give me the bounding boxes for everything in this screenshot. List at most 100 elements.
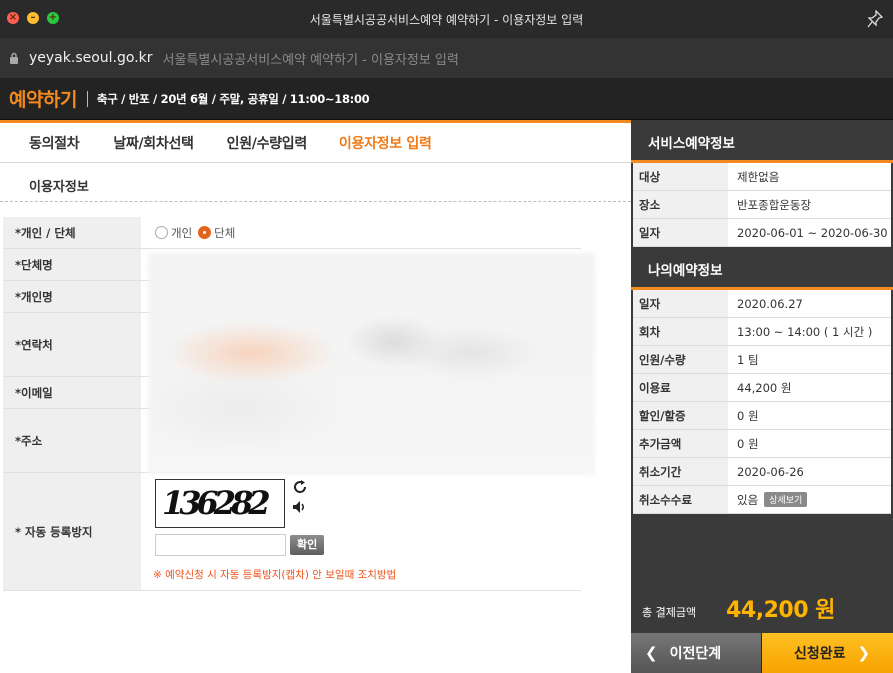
- my-reservation-table: 일자 2020.06.27 회차 13:00 ~ 14:00 ( 1 시간 ) …: [633, 290, 891, 514]
- site-header: 예약하기 축구 / 반포 / 20년 6월 / 주말, 공휴일 / 11:00~…: [0, 78, 893, 120]
- tab-user-info[interactable]: 이용자정보 입력: [339, 133, 432, 153]
- brand-title[interactable]: 예약하기: [9, 85, 77, 112]
- info-key: 인원/수량: [633, 346, 728, 373]
- info-value: 반포종합운동장: [737, 197, 812, 212]
- type-options: 개인 단체: [141, 217, 581, 248]
- person-name-label: *개인명: [3, 281, 141, 312]
- info-key: 추가금액: [633, 430, 728, 457]
- zoom-window-button[interactable]: +: [47, 12, 59, 24]
- radio-group[interactable]: 단체: [198, 225, 235, 241]
- reservation-row: 일자 2020.06.27: [633, 290, 891, 318]
- url-page-title: 서울특별시공공서비스예약 예약하기 - 이용자정보 입력: [162, 52, 459, 68]
- info-key: 일자: [633, 290, 728, 317]
- radio-individual[interactable]: 개인: [155, 225, 192, 241]
- info-key: 대상: [633, 163, 728, 190]
- info-value: 있음 상세보기: [728, 486, 891, 513]
- submit-button[interactable]: 신청완료 ❯: [762, 633, 893, 673]
- reservation-row: 할인/할증 0 원: [633, 402, 891, 430]
- service-info-title: 서비스예약정보: [631, 120, 893, 163]
- radio-individual-label: 개인: [171, 225, 193, 240]
- prev-step-label: 이전단계: [669, 646, 722, 662]
- chevron-left-icon: ❮: [645, 644, 658, 662]
- info-key: 회차: [633, 318, 728, 345]
- tab-date-session[interactable]: 날짜/회차선택: [113, 133, 194, 153]
- header-divider: [86, 90, 88, 107]
- reservation-row: 취소기간 2020-06-26: [633, 458, 891, 486]
- window-title: 서울특별시공공서비스예약 예약하기 - 이용자정보 입력: [309, 12, 584, 27]
- form-row-type: *개인 / 단체 개인 단체: [3, 217, 581, 249]
- service-info-row: 일자 2020-06-01 ~ 2020-06-30: [633, 219, 891, 247]
- captcha-area: 136282 확인 ※ 예약신청 시 자동 등록방지(캡차) 안 보일때 조치방…: [141, 473, 581, 590]
- step-tabs: 동의절차 날짜/회차선택 인원/수량입력 이용자정보 입력: [0, 123, 631, 163]
- address-label: *주소: [3, 409, 141, 472]
- info-key: 할인/할증: [633, 402, 728, 429]
- cancel-fee-value: 있음: [737, 492, 759, 507]
- pin-icon[interactable]: [867, 10, 883, 28]
- service-info-row: 대상 제한없음: [633, 163, 891, 191]
- my-reservation-title: 나의예약정보: [631, 247, 893, 290]
- captcha-help-link[interactable]: ※ 예약신청 시 자동 등록방지(캡차) 안 보일때 조치방법: [153, 567, 581, 582]
- url-host: yeyak.seoul.go.kr: [29, 50, 153, 66]
- total-amount: 44,200 원: [726, 598, 835, 623]
- info-value: 2020.06.27: [737, 296, 803, 311]
- info-key: 취소수수료: [633, 486, 728, 513]
- email-label: *이메일: [3, 377, 141, 408]
- window-titlebar: × – + 서울특별시공공서비스예약 예약하기 - 이용자정보 입력: [0, 0, 893, 38]
- window-controls: × – +: [7, 12, 59, 24]
- info-value: 1 팀: [737, 352, 759, 367]
- captcha-image: 136282: [155, 479, 285, 528]
- info-value: 0 원: [737, 408, 759, 423]
- tab-agreement[interactable]: 동의절차: [29, 133, 80, 153]
- radio-off-icon[interactable]: [155, 226, 168, 239]
- submit-label: 신청완료: [794, 646, 846, 662]
- radio-on-icon[interactable]: [198, 226, 212, 239]
- captcha-input-row: 확인: [155, 534, 581, 556]
- blurred-personal-info: [148, 253, 595, 475]
- info-value: 2020-06-26: [737, 464, 804, 479]
- reservation-row: 추가금액 0 원: [633, 430, 891, 458]
- minimize-window-button[interactable]: –: [27, 12, 39, 24]
- group-name-label: *단체명: [3, 249, 141, 280]
- close-icon: ×: [8, 12, 18, 23]
- refresh-icon[interactable]: [292, 479, 308, 495]
- lock-icon: [10, 52, 18, 64]
- reservation-sidebar: 서비스예약정보 대상 제한없음 장소 반포종합운동장 일자 2020-06-01…: [631, 120, 893, 673]
- detail-button[interactable]: 상세보기: [764, 492, 808, 507]
- reservation-row: 이용료 44,200 원: [633, 374, 891, 402]
- type-label: *개인 / 단체: [3, 217, 141, 248]
- contact-label: *연락처: [3, 313, 141, 376]
- header-subtitle: 축구 / 반포 / 20년 6월 / 주말, 공휴일 / 11:00~18:00: [96, 91, 370, 106]
- zoom-icon: +: [48, 12, 58, 23]
- captcha-confirm-button[interactable]: 확인: [290, 535, 325, 555]
- reservation-row: 회차 13:00 ~ 14:00 ( 1 시간 ): [633, 318, 891, 346]
- info-key: 취소기간: [633, 458, 728, 485]
- radio-group-label: 단체: [214, 225, 236, 240]
- service-info-table: 대상 제한없음 장소 반포종합운동장 일자 2020-06-01 ~ 2020-…: [633, 163, 891, 247]
- info-key: 이용료: [633, 374, 728, 401]
- main-content: 동의절차 날짜/회차선택 인원/수량입력 이용자정보 입력 이용자정보 *개인 …: [0, 120, 631, 673]
- info-value: 0 원: [737, 436, 759, 451]
- info-key: 일자: [633, 219, 728, 246]
- info-value: 제한없음: [737, 169, 780, 184]
- address-bar[interactable]: yeyak.seoul.go.kr 서울특별시공공서비스예약 예약하기 - 이용…: [0, 38, 893, 78]
- service-info-row: 장소 반포종합운동장: [633, 191, 891, 219]
- speaker-icon[interactable]: [292, 499, 308, 515]
- dashed-divider: [0, 201, 631, 202]
- info-value: 44,200 원: [737, 380, 792, 395]
- minimize-icon: –: [30, 12, 36, 23]
- info-value: 2020-06-01 ~ 2020-06-30: [737, 225, 888, 240]
- captcha-label: * 자동 등록방지: [3, 473, 141, 590]
- reservation-row: 취소수수료 있음 상세보기: [633, 486, 891, 514]
- chevron-right-icon: ❯: [857, 644, 871, 662]
- info-key: 장소: [633, 191, 728, 218]
- total-payment: 총 결제금액 44,200 원: [631, 586, 893, 630]
- tab-people-quantity[interactable]: 인원/수량입력: [227, 133, 308, 153]
- prev-step-button[interactable]: ❮ 이전단계: [631, 633, 762, 673]
- reservation-row: 인원/수량 1 팀: [633, 346, 891, 374]
- info-value: 13:00 ~ 14:00 ( 1 시간 ): [737, 324, 873, 339]
- close-window-button[interactable]: ×: [7, 12, 19, 24]
- action-buttons: ❮ 이전단계 신청완료 ❯: [631, 633, 893, 673]
- captcha-input[interactable]: [155, 534, 286, 556]
- section-title: 이용자정보: [29, 180, 89, 195]
- total-label: 총 결제금액: [642, 606, 697, 619]
